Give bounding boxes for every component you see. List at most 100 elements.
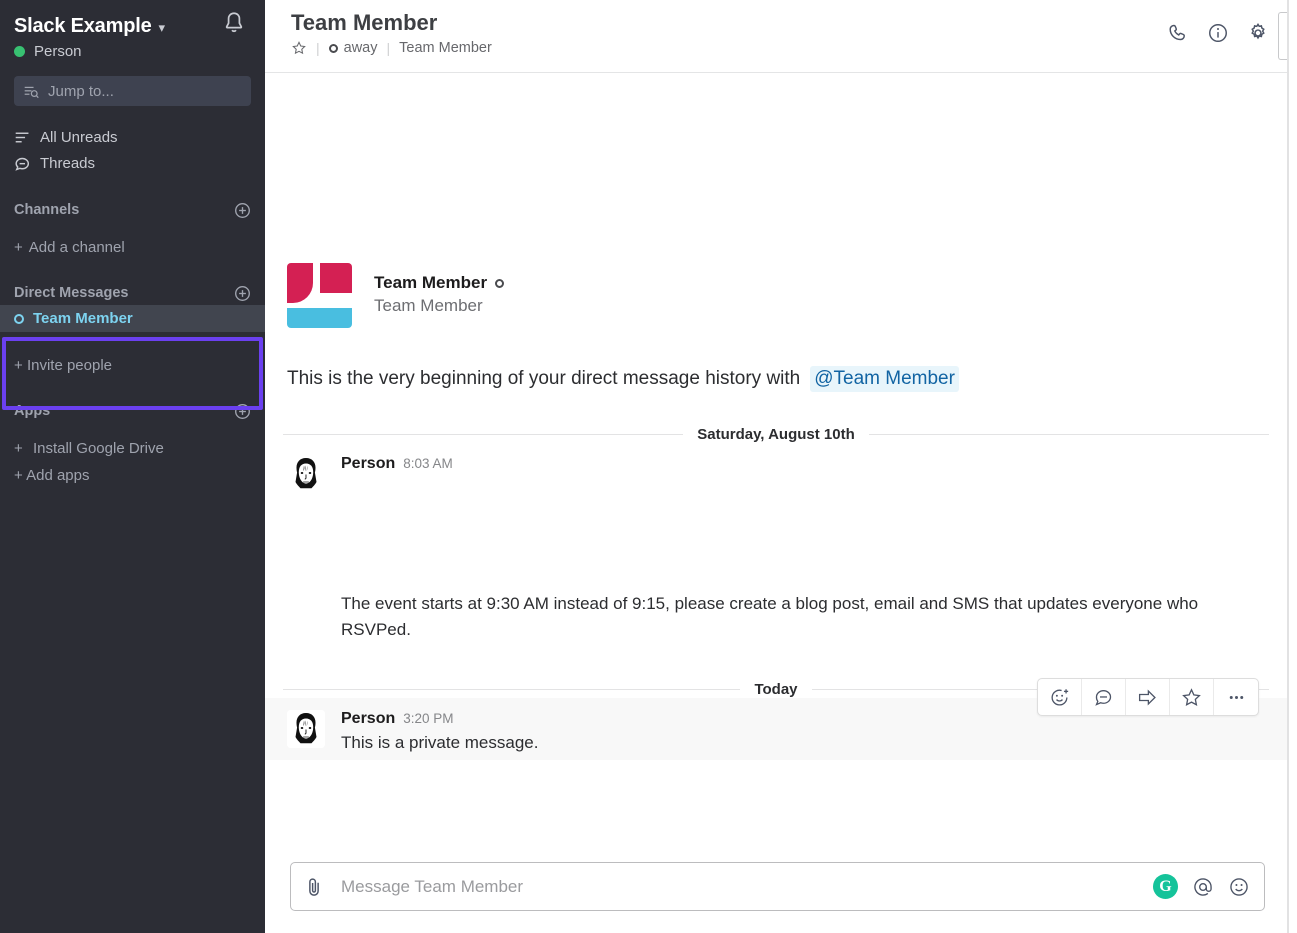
- jump-to-search[interactable]: Jump to...: [14, 76, 251, 106]
- add-a-channel-label: Add a channel: [29, 239, 125, 256]
- direct-messages-section-header[interactable]: Direct Messages: [0, 281, 265, 305]
- message-hover-toolbar: [1037, 678, 1259, 716]
- share-message-icon[interactable]: [1126, 679, 1170, 715]
- at-icon[interactable]: [1192, 876, 1214, 898]
- add-apps-button[interactable]: + Add apps: [0, 466, 265, 485]
- message-timestamp: 8:03 AM: [403, 456, 453, 471]
- message-row: Person 8:03 AM The event starts at 9:30 …: [265, 443, 1287, 647]
- channels-section-header[interactable]: Channels: [0, 198, 265, 222]
- conversation-meta: | away | Team Member: [291, 40, 1265, 56]
- plus-glyph: +: [14, 357, 27, 374]
- threads-icon: [14, 156, 31, 171]
- channels-section: Channels + Add a channel: [0, 198, 265, 259]
- sidebar-item-label: All Unreads: [40, 129, 118, 146]
- away-presence-icon: [495, 279, 504, 288]
- message-author[interactable]: Person: [341, 710, 395, 728]
- plus-glyph: +: [14, 440, 27, 457]
- divider-line: [283, 434, 683, 435]
- gear-icon[interactable]: [1247, 22, 1269, 44]
- reply-in-thread-icon[interactable]: [1082, 679, 1126, 715]
- team-name: Slack Example: [14, 14, 152, 38]
- phone-icon[interactable]: [1167, 22, 1189, 44]
- date-divider-label: Saturday, August 10th: [683, 426, 869, 443]
- sidebar-nav: All Unreads Threads: [0, 124, 265, 176]
- conversation-subtitle: Team Member: [399, 40, 492, 56]
- message-text: This is a private message.: [341, 730, 1265, 756]
- direct-messages-title: Direct Messages: [14, 285, 128, 301]
- add-app-plus-icon[interactable]: [234, 403, 251, 420]
- invite-people-label: Invite people: [27, 357, 112, 374]
- date-divider: Saturday, August 10th: [283, 426, 1269, 443]
- jump-to-placeholder: Jump to...: [48, 83, 114, 100]
- message-list: Team Member Team Member This is the very…: [265, 73, 1287, 848]
- intro-text-line: This is the very beginning of your direc…: [287, 366, 1287, 392]
- intro-names: Team Member Team Member: [374, 263, 504, 316]
- user-presence[interactable]: Person: [14, 43, 251, 60]
- emoji-icon[interactable]: [1228, 876, 1250, 898]
- divider-line: [869, 434, 1269, 435]
- sidebar-item-threads[interactable]: Threads: [0, 150, 265, 176]
- meta-separator: |: [387, 40, 391, 56]
- avatar: [287, 263, 352, 328]
- sidebar-item-all-unreads[interactable]: All Unreads: [0, 124, 265, 150]
- divider-line: [283, 689, 740, 690]
- status-badge: away: [344, 40, 378, 56]
- add-direct-message-plus-icon[interactable]: [234, 285, 251, 302]
- plus-glyph: +: [14, 467, 26, 484]
- apps-section: Apps + Install Google Drive + Add apps: [0, 399, 265, 485]
- presence-dot-icon: [14, 46, 25, 57]
- conversation-intro: Team Member Team Member This is the very…: [265, 73, 1287, 392]
- away-presence-icon: [14, 314, 24, 324]
- add-channel-plus-icon[interactable]: [234, 202, 251, 219]
- direct-messages-section: Direct Messages Team Member: [0, 281, 265, 332]
- composer-area: G: [265, 848, 1287, 933]
- message-timestamp: 3:20 PM: [403, 711, 453, 726]
- avatar[interactable]: [287, 710, 325, 748]
- add-a-channel-button[interactable]: + Add a channel: [0, 236, 265, 259]
- avatar[interactable]: [287, 455, 325, 493]
- intro-identity: Team Member Team Member: [287, 263, 1287, 328]
- notifications-bell-icon[interactable]: [221, 10, 247, 36]
- mention-chip[interactable]: @Team Member: [810, 366, 959, 392]
- conversation-header: Team Member | away | Team Member: [265, 0, 1287, 73]
- team-member-logo-icon: [287, 263, 352, 328]
- apps-section-header[interactable]: Apps: [0, 399, 265, 423]
- sidebar-item-label: Team Member: [33, 310, 133, 327]
- unreads-icon: [14, 130, 31, 145]
- right-rail: [1288, 0, 1297, 933]
- message-meta: Person 8:03 AM: [341, 455, 1265, 473]
- install-google-drive-button[interactable]: + Install Google Drive: [0, 437, 265, 460]
- conversation-panel: Team Member | away | Team Member: [265, 0, 1288, 933]
- message-input[interactable]: [341, 877, 1153, 897]
- header-actions: [1167, 22, 1269, 44]
- intro-username: Team Member: [374, 296, 504, 316]
- add-apps-label: Add apps: [26, 467, 89, 484]
- intro-text: This is the very beginning of your direc…: [287, 368, 800, 390]
- person-face-avatar-icon: [287, 710, 325, 748]
- intro-display-name: Team Member: [374, 273, 487, 293]
- team-switcher[interactable]: Slack Example ▾: [14, 14, 251, 38]
- star-message-icon[interactable]: [1170, 679, 1214, 715]
- message-author[interactable]: Person: [341, 455, 395, 473]
- current-user-name: Person: [34, 43, 82, 60]
- star-icon[interactable]: [291, 40, 307, 56]
- page-title: Team Member: [291, 8, 1265, 38]
- more-actions-icon[interactable]: [1214, 679, 1258, 715]
- message-text: The event starts at 9:30 AM instead of 9…: [341, 591, 1265, 643]
- plus-glyph: +: [14, 239, 23, 256]
- add-reaction-icon[interactable]: [1038, 679, 1082, 715]
- apps-title: Apps: [14, 403, 50, 419]
- composer-actions: G: [1153, 874, 1250, 899]
- person-face-avatar-icon: [287, 455, 325, 493]
- sidebar: Slack Example ▾ Person Jump to...: [0, 0, 265, 933]
- grammarly-icon[interactable]: G: [1153, 874, 1178, 899]
- install-google-drive-label: Install Google Drive: [33, 440, 164, 457]
- message-body: Person 8:03 AM The event starts at 9:30 …: [341, 455, 1265, 643]
- invite-people-button[interactable]: + Invite people: [0, 354, 265, 377]
- paperclip-icon[interactable]: [303, 876, 325, 898]
- sidebar-item-team-member[interactable]: Team Member: [0, 305, 265, 332]
- message-composer[interactable]: G: [290, 862, 1265, 911]
- info-icon[interactable]: [1207, 22, 1229, 44]
- search-icon: [23, 84, 40, 99]
- message-body: Person 3:20 PM This is a private message…: [341, 710, 1265, 756]
